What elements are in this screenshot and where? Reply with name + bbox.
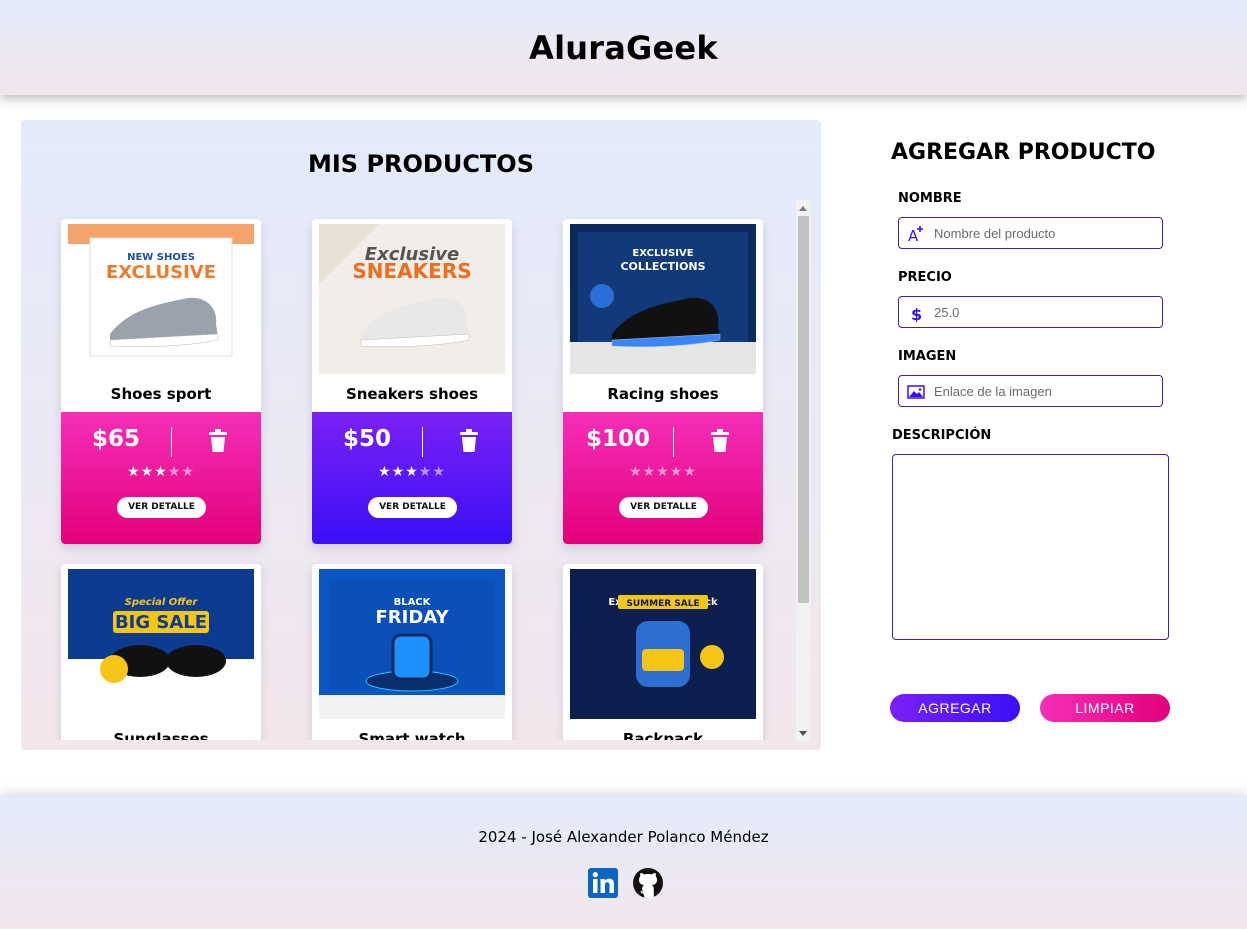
star-icon: ★ [167,464,182,480]
scroll-down-arrow-icon[interactable] [799,731,807,736]
product-rating: ★★★★★ [312,464,512,480]
star-icon: ★ [669,464,684,480]
product-price: $65 [91,426,140,452]
form-title: AGREGAR PRODUCTO [891,140,1156,165]
shoes-exclusive-image: NEW SHOESEXCLUSIVE [68,224,254,374]
product-name: Backpack [622,730,704,740]
product-rating: ★★★★★ [61,464,261,480]
product-price: $100 [585,426,650,452]
product-card-footer: $65 ★★★★★ VER DETALLE [61,412,261,544]
star-icon: ★ [629,464,643,480]
product-name: Racing shoes [607,385,719,403]
svg-text:SNEAKERS: SNEAKERS [352,259,471,283]
star-icon: ★ [391,464,406,480]
svg-text:BIG SALE: BIG SALE [115,612,207,633]
image-input[interactable] [934,381,1154,401]
trash-icon[interactable] [459,429,479,453]
footer-credit: 2024 - José Alexander Polanco Méndez [478,828,769,846]
scroll-thumb[interactable] [798,216,809,603]
trash-icon[interactable] [208,429,228,453]
description-label: DESCRIPCIÓN [892,428,992,443]
site-title: AluraGeek [529,28,718,67]
product-card: Exclusive SNEAKERS Sneakers shoes $50 ★★★★★ V… [312,219,512,544]
product-image: EXCLUSIVE COLLECTIONS [570,224,756,374]
product-card: NEW SHOES EXCLUSIVE Shoes sport $65 ★★★★★ VER… [61,219,261,544]
star-icon: ★ [127,464,141,480]
sneakers-exclusive-image: ExclusiveSNEAKERS [319,224,505,374]
product-rating: ★★★★★ [563,464,763,480]
text-add-icon: A [908,226,923,243]
star-icon: ★ [405,464,419,480]
product-image: Exclusive SNEAKERS [319,224,505,374]
product-name: Smart watch [358,730,466,740]
svg-text:EXCLUSIVE: EXCLUSIVE [632,248,693,259]
svg-text:SUMMER SALE: SUMMER SALE [626,599,699,609]
sunglasses-image: Special Offer BIG SALE [68,569,254,719]
products-scrollbar[interactable] [796,200,811,742]
svg-text:FRIDAY: FRIDAY [375,607,449,628]
svg-text:$: $ [911,305,922,322]
image-label: IMAGEN [898,349,957,364]
star-icon: ★ [642,464,657,480]
star-icon: ★ [432,464,446,480]
product-name: Sunglasses [113,730,209,740]
price-input[interactable] [934,302,1154,322]
product-price: $50 [342,426,391,452]
dollar-icon: $ [911,305,922,322]
smart-watch-image: BLACKFRIDAY [319,569,505,719]
product-name: Sneakers shoes [345,385,479,403]
add-product-button[interactable]: AGREGAR [890,694,1020,722]
view-detail-button[interactable]: VER DETALLE [117,497,206,518]
product-image: NEW SHOES EXCLUSIVE [68,224,254,374]
name-field[interactable]: A [898,217,1163,249]
linkedin-icon[interactable] [587,867,619,899]
products-panel: MIS PRODUCTOS NEW SHOES EXCLUSIVE Shoes sp… [21,120,821,750]
star-icon: ★ [656,464,670,480]
product-name: Shoes sport [110,385,212,403]
svg-text:EXCLUSIVE: EXCLUSIVE [106,262,216,283]
star-icon: ★ [683,464,697,480]
product-card: Exclusive BackpackSUMMER SALEBackpack★★★… [563,564,763,740]
github-icon[interactable] [632,867,664,899]
star-icon: ★ [140,464,155,480]
product-card: BLACKFRIDAYSmart watch★★★★★VER DETALLE [312,564,512,740]
description-textarea[interactable] [892,454,1169,640]
svg-text:Special Offer: Special Offer [125,597,199,608]
product-image: BLACK FRIDAY [319,569,505,719]
image-icon [907,385,925,399]
view-detail-button[interactable]: VER DETALLE [368,497,457,518]
product-image: Exclusive BackpackSUMMER SALE [570,569,756,719]
trash-icon[interactable] [710,429,730,453]
backpack-image: Exclusive BackpackSUMMER SALE [570,569,756,719]
star-icon: ★ [154,464,168,480]
view-detail-button[interactable]: VER DETALLE [619,497,708,518]
star-icon: ★ [418,464,433,480]
star-icon: ★ [181,464,195,480]
products-grid: NEW SHOES EXCLUSIVE Shoes sport $65 ★★★★★ VER… [21,216,796,740]
price-field[interactable]: $ [898,296,1163,328]
scroll-up-arrow-icon[interactable] [799,206,807,211]
racing-shoes-image: EXCLUSIVECOLLECTIONS [570,224,756,374]
name-label: NOMBRE [898,191,962,206]
price-label: PRECIO [898,270,952,285]
product-card-footer: $50 ★★★★★ VER DETALLE [312,412,512,544]
site-header: AluraGeek [0,0,1247,95]
price-divider [171,427,172,457]
product-card: EXCLUSIVE COLLECTIONS Racing shoes $100 ★★★★… [563,219,763,544]
products-title: MIS PRODUCTOS [307,150,534,178]
image-field[interactable] [898,375,1163,407]
product-image: Special Offer BIG SALE [68,569,254,719]
price-divider [422,427,423,457]
star-icon: ★ [378,464,392,480]
site-footer: 2024 - José Alexander Polanco Méndez [0,796,1247,929]
svg-text:COLLECTIONS: COLLECTIONS [620,260,705,273]
price-divider [673,427,674,457]
product-card-footer: $100 ★★★★★ VER DETALLE [563,412,763,544]
name-input[interactable] [934,223,1154,243]
product-card: Special OfferBIG SALESunglasses★★★★★VER … [61,564,261,740]
clear-form-button[interactable]: LIMPIAR [1040,694,1170,722]
